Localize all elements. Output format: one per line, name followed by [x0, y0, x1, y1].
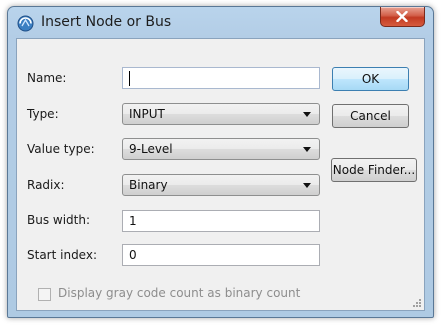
radix-label: Radix: [27, 178, 65, 192]
radix-select[interactable]: Binary [122, 174, 320, 196]
app-icon [17, 15, 34, 32]
insert-node-dialog: Insert Node or Bus Name: Type: INPUT Val… [7, 6, 434, 318]
type-label: Type: [27, 107, 59, 121]
close-button[interactable] [380, 7, 425, 27]
text-caret [129, 71, 130, 86]
cancel-button[interactable]: Cancel [332, 104, 409, 128]
type-select[interactable]: INPUT [122, 103, 320, 125]
close-icon [396, 11, 408, 22]
start-index-input[interactable]: 0 [122, 244, 320, 266]
chevron-down-icon [303, 112, 311, 117]
name-label: Name: [27, 71, 67, 85]
ok-button[interactable]: OK [332, 67, 409, 91]
type-selected-value: INPUT [129, 107, 165, 121]
title-bar[interactable]: Insert Node or Bus [8, 7, 433, 38]
resize-grip-icon[interactable] [412, 298, 422, 308]
dialog-body: Name: Type: INPUT Value type: 9-Level Ra… [16, 38, 425, 311]
value-type-selected-value: 9-Level [129, 142, 173, 156]
gray-code-checkbox[interactable] [38, 288, 51, 301]
chevron-down-icon [303, 147, 311, 152]
chevron-down-icon [303, 183, 311, 188]
radix-selected-value: Binary [129, 178, 168, 192]
node-finder-button[interactable]: Node Finder... [331, 158, 417, 182]
bus-width-input[interactable]: 1 [122, 210, 320, 232]
bus-width-label: Bus width: [27, 213, 91, 227]
start-index-label: Start index: [27, 248, 98, 262]
name-input[interactable] [122, 67, 320, 89]
value-type-label: Value type: [27, 142, 95, 156]
gray-code-label: Display gray code count as binary count [58, 286, 301, 300]
value-type-select[interactable]: 9-Level [122, 138, 320, 160]
dialog-title: Insert Node or Bus [41, 14, 172, 30]
